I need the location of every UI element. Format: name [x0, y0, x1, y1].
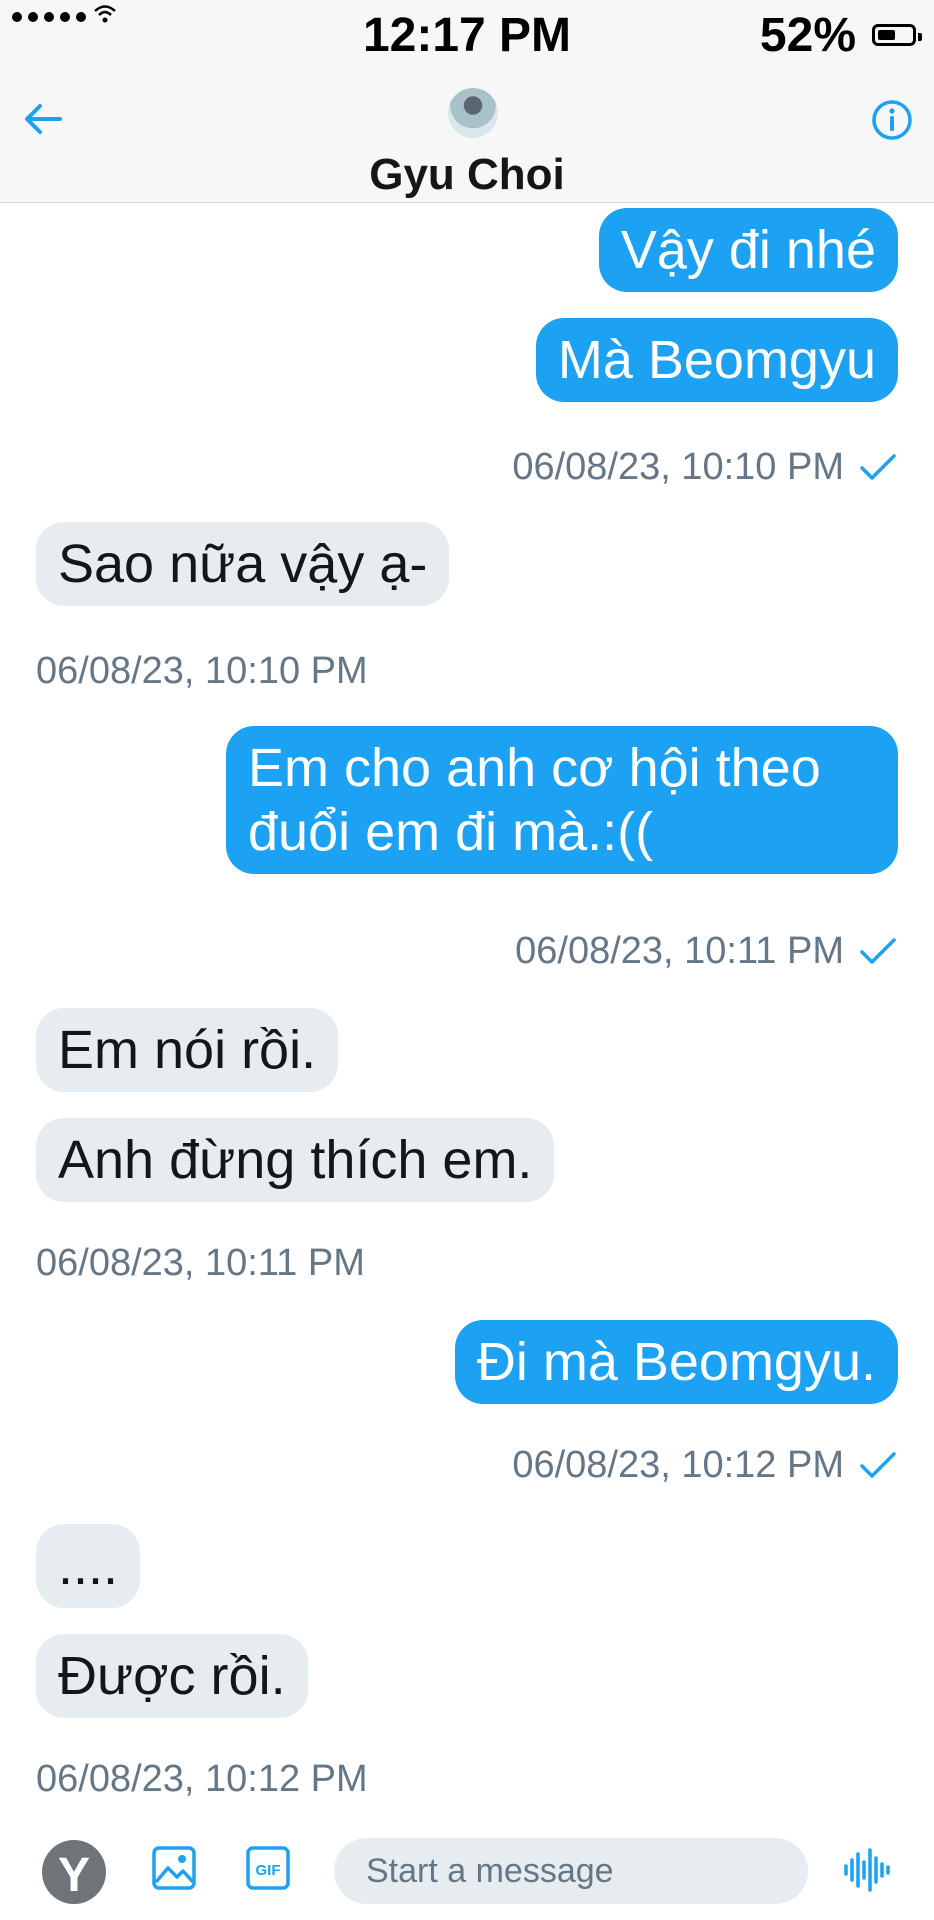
message-timestamp: 06/08/23, 10:10 PM	[512, 446, 844, 488]
incoming-message[interactable]: Được rồi.	[36, 1634, 308, 1718]
back-arrow-icon[interactable]	[18, 94, 68, 144]
info-icon[interactable]	[870, 98, 914, 142]
battery-icon	[872, 24, 922, 46]
checkmark-icon	[860, 938, 896, 964]
gif-label: GIF	[256, 1862, 281, 1879]
user-avatar-letter: Y	[57, 1849, 90, 1902]
message-composer: Y GIF Start a message	[0, 1820, 934, 1920]
image-icon[interactable]	[150, 1844, 198, 1892]
message-timestamp: 06/08/23, 10:12 PM	[512, 1444, 844, 1486]
message-timestamp: 06/08/23, 10:11 PM	[36, 1242, 365, 1284]
voice-icon[interactable]	[842, 1846, 894, 1894]
message-input-placeholder: Start a message	[366, 1852, 614, 1890]
battery-fill	[878, 30, 895, 40]
outgoing-message[interactable]: Vậy đi nhé	[598, 208, 898, 292]
checkmark-icon	[860, 1452, 896, 1478]
outgoing-message[interactable]: Em cho anh cơ hội theo đuổi em đi mà.:((	[226, 726, 898, 874]
contact-name[interactable]: Gyu Choi	[0, 150, 934, 200]
checkmark-icon	[860, 454, 896, 480]
message-text-line: đuổi em đi mà.:((	[248, 802, 654, 862]
incoming-message[interactable]: ....	[36, 1524, 141, 1608]
incoming-message[interactable]: Anh đừng thích em.	[36, 1118, 555, 1202]
gif-icon[interactable]: GIF	[244, 1844, 292, 1892]
message-timestamp: 06/08/23, 10:12 PM	[36, 1758, 368, 1800]
battery-percent: 52%	[759, 9, 856, 62]
conversation-header: Gyu Choi	[0, 70, 934, 203]
outgoing-message[interactable]: Đi mà Beomgyu.	[454, 1320, 898, 1404]
incoming-message[interactable]: Em nói rồi.	[36, 1008, 339, 1092]
incoming-message[interactable]: Sao nữa vậy ạ-	[36, 522, 450, 606]
message-timestamp: 06/08/23, 10:11 PM	[515, 930, 844, 972]
status-bar: 12:17 PM 52%	[0, 0, 934, 70]
user-avatar[interactable]: Y	[42, 1840, 106, 1904]
contact-avatar[interactable]	[448, 88, 498, 138]
outgoing-message[interactable]: Mà Beomgyu	[535, 318, 898, 402]
message-input[interactable]: Start a message	[334, 1838, 808, 1904]
message-timestamp: 06/08/23, 10:10 PM	[36, 650, 368, 692]
message-text-line: Em cho anh cơ hội theo	[248, 738, 821, 798]
